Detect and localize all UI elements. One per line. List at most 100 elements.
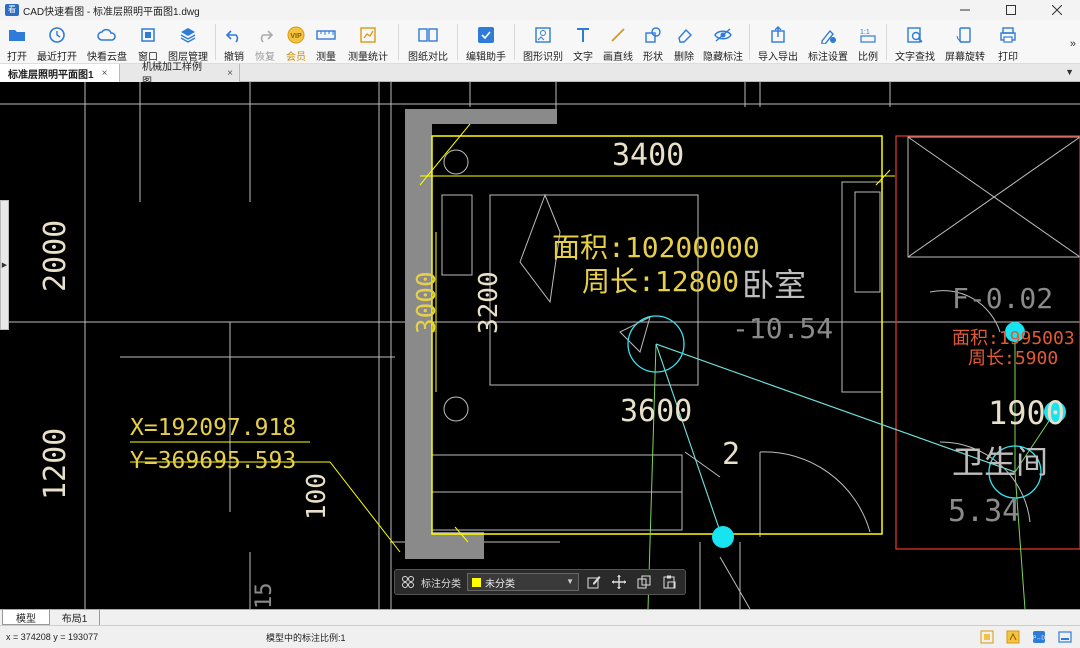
find-text-button[interactable]: 文字查找	[890, 20, 940, 64]
print-button[interactable]: 打印	[990, 20, 1026, 64]
annotation-toolbar: 标注分类 未分类 ▼	[394, 569, 686, 595]
title-bar: 看 CAD快速看图 - 标准层照明平面图1.dwg	[0, 0, 1080, 20]
move-icon[interactable]	[609, 572, 629, 592]
svg-text:1:1: 1:1	[860, 29, 870, 36]
pdf-icon[interactable]: P↔D	[1032, 630, 1046, 644]
tab-close-icon[interactable]: ×	[102, 68, 108, 79]
shape-recog-button[interactable]: 图形识别	[518, 20, 568, 64]
dimension-3200: 3200	[474, 271, 504, 334]
vip-label: 会员	[286, 52, 306, 63]
line-button[interactable]: 画直线	[598, 20, 638, 64]
chevron-down-icon: ▼	[566, 577, 574, 586]
scale-icon: 1:1	[858, 25, 878, 45]
delete-label: 删除	[674, 52, 694, 63]
cad-drawing	[0, 82, 1080, 609]
stats-icon	[358, 25, 378, 45]
cursor-coordinates: x = 374208 y = 193077	[6, 632, 99, 642]
dimension-3600: 3600	[620, 394, 693, 429]
undo-button[interactable]: 撤销	[219, 20, 249, 64]
edit-helper-label: 编辑助手	[466, 52, 506, 63]
delete-button[interactable]: 删除	[668, 20, 700, 64]
ruler-icon	[316, 25, 336, 45]
tab-close-icon[interactable]: ×	[227, 68, 233, 79]
layout-tabs: 模型 布局1	[0, 609, 1080, 625]
tab-dropdown-icon[interactable]: ▼	[1065, 67, 1074, 77]
rotate-button[interactable]: 屏幕旋转	[940, 20, 990, 64]
window-controls	[942, 0, 1080, 20]
right-floor-level: F-0.02	[952, 282, 1054, 315]
layers-icon	[178, 25, 198, 45]
scale-button[interactable]: 1:1 比例	[853, 20, 883, 64]
edit-helper-button[interactable]: 编辑助手	[461, 20, 511, 64]
tab-label: 标准层照明平面图1	[8, 69, 94, 81]
toolbar-more-icon[interactable]: »	[1070, 38, 1076, 50]
vip-button[interactable]: VIP 会员	[281, 20, 311, 64]
dimension-100: 100	[302, 473, 332, 520]
recent-label: 最近打开	[37, 52, 77, 63]
hide-annot-button[interactable]: 隐藏标注	[700, 20, 746, 64]
paste-icon[interactable]	[659, 572, 679, 592]
dimension-1200: 1200	[38, 427, 73, 500]
hide-annot-label: 隐藏标注	[703, 52, 743, 63]
measure-label: 测量	[316, 52, 336, 63]
redo-button[interactable]: 恢复	[249, 20, 281, 64]
close-icon[interactable]	[1034, 0, 1080, 20]
fullscreen-icon[interactable]	[1058, 630, 1072, 644]
tab-lighting-plan[interactable]: 标准层照明平面图1 ×	[0, 64, 120, 82]
circuit-label: 2	[722, 437, 741, 472]
tab-layout1[interactable]: 布局1	[50, 610, 100, 625]
toolbar-separator	[886, 24, 887, 60]
svg-text:P↔D: P↔D	[1033, 636, 1045, 642]
cloud-button[interactable]: 快看云盘	[82, 20, 132, 64]
room-name: 卧室	[742, 266, 807, 304]
right-room-level: 5.34	[948, 494, 1021, 529]
status-icons: P↔D	[968, 630, 1072, 644]
shape-recog-icon	[533, 25, 553, 45]
edit-annotation-icon[interactable]	[584, 572, 604, 592]
edit-helper-icon	[476, 25, 496, 45]
annot-settings-button[interactable]: 标注设置	[803, 20, 853, 64]
category-selected-value: 未分类	[485, 578, 515, 590]
text-label: 文字	[573, 52, 593, 63]
shape-button[interactable]: 形状	[638, 20, 668, 64]
perimeter-annotation: 周长:12800	[582, 265, 740, 298]
undo-label: 撤销	[224, 52, 244, 63]
dimension-1900: 1900	[988, 394, 1066, 432]
annot-settings-label: 标注设置	[808, 52, 848, 63]
window-icon	[138, 25, 158, 45]
tab-model[interactable]: 模型	[2, 610, 50, 625]
grid-icon[interactable]	[401, 575, 415, 589]
layout-a-icon[interactable]	[980, 630, 994, 644]
clock-icon	[47, 25, 67, 45]
right-room-name: 卫生间	[952, 443, 1049, 481]
layout-b-icon[interactable]	[1006, 630, 1020, 644]
compare-icon	[418, 25, 438, 45]
text-button[interactable]: 文字	[568, 20, 598, 64]
redo-icon	[255, 25, 275, 45]
minimize-icon[interactable]	[942, 0, 988, 20]
sidebar-expand-handle[interactable]: ▶	[0, 200, 9, 330]
annotation-category-label: 标注分类	[421, 578, 461, 590]
toolbar-separator	[457, 24, 458, 60]
compare-button[interactable]: 图纸对比	[402, 20, 454, 64]
import-export-button[interactable]: 导入导出	[753, 20, 803, 64]
recent-button[interactable]: 最近打开	[32, 20, 82, 64]
rotate-label: 屏幕旋转	[945, 52, 985, 63]
svg-text:VIP: VIP	[290, 33, 302, 40]
app-logo-icon: 看	[5, 4, 19, 16]
shape-icon	[643, 25, 663, 45]
maximize-icon[interactable]	[988, 0, 1034, 20]
shape-recog-label: 图形识别	[523, 52, 563, 63]
cloud-icon	[97, 25, 117, 45]
copy-icon[interactable]	[634, 572, 654, 592]
drawing-canvas[interactable]: 3400 面积:10200000 周长:12800 卧室 -10.54 3000…	[0, 82, 1080, 609]
measure-button[interactable]: 测量	[311, 20, 341, 64]
measure-stats-button[interactable]: 测量统计	[341, 20, 395, 64]
annotation-scale-status: 模型中的标注比例:1	[266, 632, 346, 643]
open-button[interactable]: 打开	[2, 20, 32, 64]
compare-label: 图纸对比	[408, 52, 448, 63]
undo-icon	[224, 25, 244, 45]
tab-machining-sample[interactable]: 机械加工样例图 ×	[120, 62, 240, 88]
status-bar: x = 374208 y = 193077 模型中的标注比例:1 P↔D	[0, 625, 1080, 648]
annotation-category-select[interactable]: 未分类 ▼	[467, 573, 579, 591]
